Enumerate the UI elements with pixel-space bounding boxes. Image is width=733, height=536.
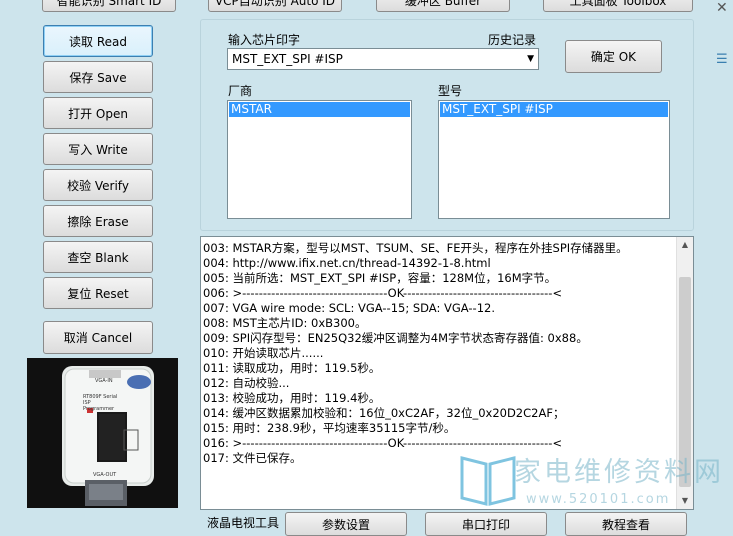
watermark: 家电维修资料网 www.520101.com [458,448,728,518]
open-button[interactable]: 打开 Open [43,97,153,129]
chip-model-combobox[interactable]: MST_EXT_SPI #ISP ▼ [227,48,539,70]
toolbox-button[interactable]: 工具面板 Toolbox [543,0,693,12]
chip-marking-label: 输入芯片印字 [228,33,301,47]
log-line: 006: >----------------------------------… [203,286,563,300]
blank-button[interactable]: 查空 Blank [43,241,153,273]
model-label: 型号 [438,84,463,98]
menu-icon[interactable]: ☰ [716,52,728,67]
log-line: 015: 用时：238.9秒，平均速率35115字节/秒。 [203,421,456,435]
device-label-top: VGA-IN [95,378,113,384]
auto-id-button[interactable]: VCP自动识别 Auto ID [208,0,342,12]
verify-button[interactable]: 校验 Verify [43,169,153,201]
erase-button[interactable]: 擦除 Erase [43,205,153,237]
dropdown-arrow-icon[interactable]: ▼ [527,49,534,69]
log-line: 012: 自动校验... [203,376,290,390]
save-button[interactable]: 保存 Save [43,61,153,93]
log-line: 014: 缓冲区数据累加校验和：16位_0xC2AF，32位_0x20D2C2A… [203,406,565,420]
vendor-item-mstar[interactable]: MSTAR [229,102,410,117]
log-line: 005: 当前所选：MST_EXT_SPI #ISP，容量：128M位，16M字… [203,271,557,285]
reset-button[interactable]: 复位 Reset [43,277,153,309]
cancel-button[interactable]: 取消 Cancel [43,321,153,354]
lcd-tv-tools-label: 液晶电视工具 [207,516,280,530]
ok-button[interactable]: 确定 OK [565,40,662,73]
model-item-mst-ext-spi[interactable]: MST_EXT_SPI #ISP [440,102,668,117]
history-label: 历史记录 [488,33,537,47]
model-listbox[interactable]: MST_EXT_SPI #ISP [438,100,670,219]
buffer-button[interactable]: 缓冲区 Buffer [376,0,510,12]
device-label-bottom: VGA-OUT [93,472,117,478]
device-label-mid: RT809F Serial ISP Programmer [83,394,118,412]
watermark-text: 家电维修资料网 [514,457,724,488]
log-line: 013: 校验成功，用时：119.4秒。 [203,391,381,405]
chip-model-value: MST_EXT_SPI #ISP [232,52,343,66]
read-button[interactable]: 读取 Read [43,25,153,57]
params-button[interactable]: 参数设置 [285,512,407,536]
smart-id-button[interactable]: 智能识别 Smart ID [42,0,176,12]
log-line: 010: 开始读取芯片...... [203,346,324,360]
log-lines: 003: MSTAR方案，型号以MST、TSUM、SE、FE开头，程序在外挂SP… [201,237,677,466]
log-line: 009: SPI闪存型号：EN25Q32缓冲区调整为4M字节状态寄存器值: 0x… [203,331,588,345]
scroll-up-icon[interactable]: ▲ [677,237,693,253]
write-button[interactable]: 写入 Write [43,133,153,165]
close-icon[interactable]: ✕ [716,0,728,16]
watermark-url: www.520101.com [526,492,671,507]
log-line: 004: http://www.ifix.net.cn/thread-14392… [203,256,491,270]
programmer-device-image: VGA-IN RT809F Serial ISP Programmer VGA-… [27,358,178,508]
book-logo-icon [460,456,516,506]
log-line: 011: 读取成功，用时：119.5秒。 [203,361,381,375]
log-line: 003: MSTAR方案，型号以MST、TSUM、SE、FE开头，程序在外挂SP… [203,241,628,255]
log-line: 008: MST主芯片ID: 0xB300。 [203,316,367,330]
log-line: 007: VGA wire mode: SCL: VGA--15; SDA: V… [203,301,495,315]
vendor-label: 厂商 [228,84,253,98]
vendor-listbox[interactable]: MSTAR [227,100,412,219]
